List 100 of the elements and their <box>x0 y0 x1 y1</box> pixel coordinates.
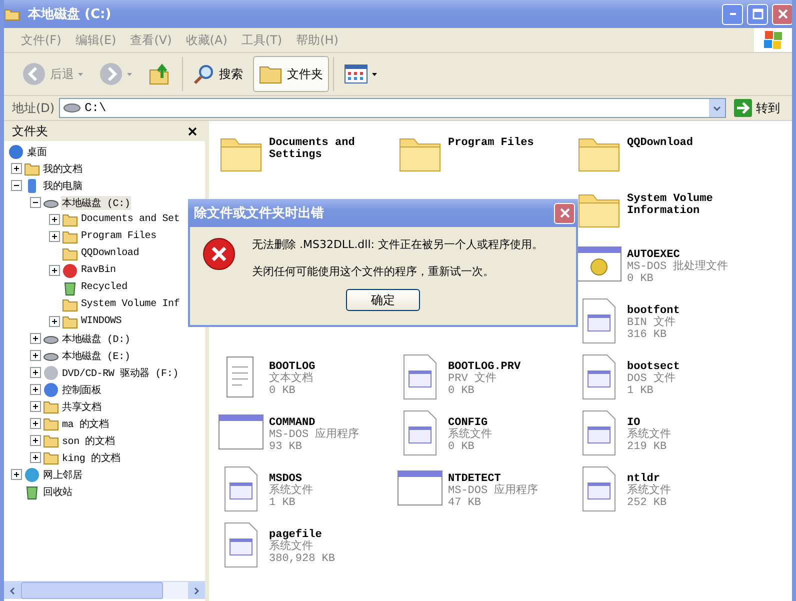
file-name[interactable]: CONFIG <box>448 417 568 429</box>
tree-item[interactable]: 回收站 <box>42 484 74 498</box>
expand-toggle[interactable] <box>49 316 60 327</box>
folder-icon <box>259 64 283 84</box>
horizontal-scrollbar[interactable] <box>4 581 205 599</box>
close-icon <box>558 207 570 219</box>
tree-item[interactable]: ma 的文档 <box>61 416 110 430</box>
file-size: 380,928 KB <box>269 553 336 565</box>
file-type: 文本文档 <box>269 373 314 385</box>
file-name[interactable]: pagefile <box>269 529 389 541</box>
file-type: MS-DOS 应用程序 <box>269 429 360 441</box>
file-name[interactable]: MSDOS <box>269 473 389 485</box>
tree-item[interactable]: 网上邻居 <box>42 468 84 482</box>
dropdown-button[interactable] <box>709 99 725 117</box>
close-button[interactable] <box>554 202 575 224</box>
expand-toggle[interactable] <box>49 214 60 225</box>
go-button[interactable]: 转到 <box>730 99 792 117</box>
folder-icon <box>4 7 20 21</box>
tree-item[interactable]: 我的电脑 <box>42 178 84 192</box>
file-name[interactable]: Program Files <box>448 137 568 149</box>
scroll-right-button[interactable] <box>188 582 205 599</box>
file-name[interactable]: AUTOEXEC <box>627 249 747 261</box>
minimize-button[interactable] <box>722 4 743 24</box>
tree-item[interactable]: king 的文档 <box>61 450 122 464</box>
expand-toggle[interactable] <box>49 265 60 276</box>
file-type: 系统文件 <box>269 541 314 553</box>
file-name[interactable]: System Volume Information <box>627 193 747 217</box>
address-field[interactable]: C:\ <box>58 98 726 118</box>
tree-item[interactable]: WINDOWS <box>80 316 123 327</box>
file-name[interactable]: COMMAND <box>269 417 389 429</box>
tree-item[interactable]: 控制面板 <box>61 382 102 396</box>
tree-item[interactable]: DVD/CD-RW 驱动器 (F:) <box>61 366 180 380</box>
file-size: 1 KB <box>627 385 654 397</box>
expand-toggle[interactable] <box>49 231 60 242</box>
tree-item[interactable]: System Volume Inf <box>80 299 181 310</box>
tree-item[interactable]: 本地磁盘 (D:) <box>61 332 132 346</box>
tree-item[interactable]: Program Files <box>80 231 158 242</box>
expand-toggle[interactable] <box>30 367 41 378</box>
scroll-left-button[interactable] <box>4 582 21 599</box>
expand-icon <box>50 232 59 241</box>
folder-icon <box>62 296 78 312</box>
file-size: 0 KB <box>269 385 296 397</box>
recycle-bin-icon <box>62 280 78 296</box>
maximize-icon <box>752 8 764 20</box>
folders-button[interactable]: 文件夹 <box>253 56 329 92</box>
error-icon <box>202 237 236 271</box>
expand-toggle[interactable] <box>30 197 41 208</box>
expand-toggle[interactable] <box>30 452 41 463</box>
expand-icon <box>31 453 40 462</box>
expand-toggle[interactable] <box>11 180 22 191</box>
expand-toggle[interactable] <box>30 401 41 412</box>
expand-icon <box>31 419 40 428</box>
address-label: 地址(D) <box>12 100 55 116</box>
expand-toggle[interactable] <box>11 469 22 480</box>
tree-item[interactable]: son 的文档 <box>61 434 116 448</box>
file-name[interactable]: bootsect <box>627 361 747 373</box>
file-size: 0 KB <box>448 385 476 397</box>
file-name[interactable]: bootfont <box>627 305 747 317</box>
views-icon <box>344 64 368 84</box>
file-size: 252 KB <box>627 497 668 509</box>
dialog-title: 除文件或文件夹时出错 <box>194 204 324 222</box>
expand-icon <box>12 164 21 173</box>
file-name[interactable]: QQDownload <box>627 137 747 149</box>
tree-item[interactable]: 本地磁盘 (C:) <box>61 196 132 210</box>
close-icon <box>188 126 196 136</box>
folder-icon <box>62 314 78 330</box>
expand-toggle[interactable] <box>11 163 22 174</box>
ok-button[interactable]: 确定 <box>346 289 420 311</box>
minimize-icon <box>730 13 736 15</box>
file-type: 系统文件 <box>627 429 672 441</box>
expand-toggle[interactable] <box>30 350 41 361</box>
file-name[interactable]: ntldr <box>627 473 747 485</box>
file-name[interactable]: BOOTLOG.PRV <box>448 361 568 373</box>
file-size: 316 KB <box>627 329 668 341</box>
maximize-button[interactable] <box>747 4 768 24</box>
search-button[interactable]: 搜索 <box>187 56 249 92</box>
folder-icon <box>43 450 59 466</box>
tree-item[interactable]: 桌面 <box>26 144 48 158</box>
tree-item[interactable]: 本地磁盘 (E:) <box>61 348 132 362</box>
close-icon <box>776 8 788 20</box>
tree-item[interactable]: RavBin <box>80 265 117 276</box>
tree-item[interactable]: 我的文档 <box>42 162 84 176</box>
close-button[interactable] <box>772 4 792 24</box>
expand-toggle[interactable] <box>30 435 41 446</box>
chevron-right-icon <box>194 586 199 594</box>
chevron-left-icon <box>10 586 15 594</box>
file-size: 0 KB <box>448 441 476 453</box>
folder-icon <box>62 246 78 262</box>
file-name[interactable]: Documents and Settings <box>269 137 389 161</box>
expand-toggle[interactable] <box>30 333 41 344</box>
tree-item[interactable]: 共享文档 <box>61 400 102 414</box>
tree-item[interactable]: QQDownload <box>80 248 140 259</box>
scrollbar-thumb[interactable] <box>21 582 163 599</box>
file-name[interactable]: IO <box>627 417 747 429</box>
file-name[interactable]: BOOTLOG <box>269 361 389 373</box>
tree-item[interactable]: Recycled <box>80 282 128 293</box>
expand-toggle[interactable] <box>30 418 41 429</box>
file-name[interactable]: NTDETECT <box>448 473 568 485</box>
expand-toggle[interactable] <box>30 384 41 395</box>
tree-item[interactable]: Documents and Set <box>80 214 181 225</box>
